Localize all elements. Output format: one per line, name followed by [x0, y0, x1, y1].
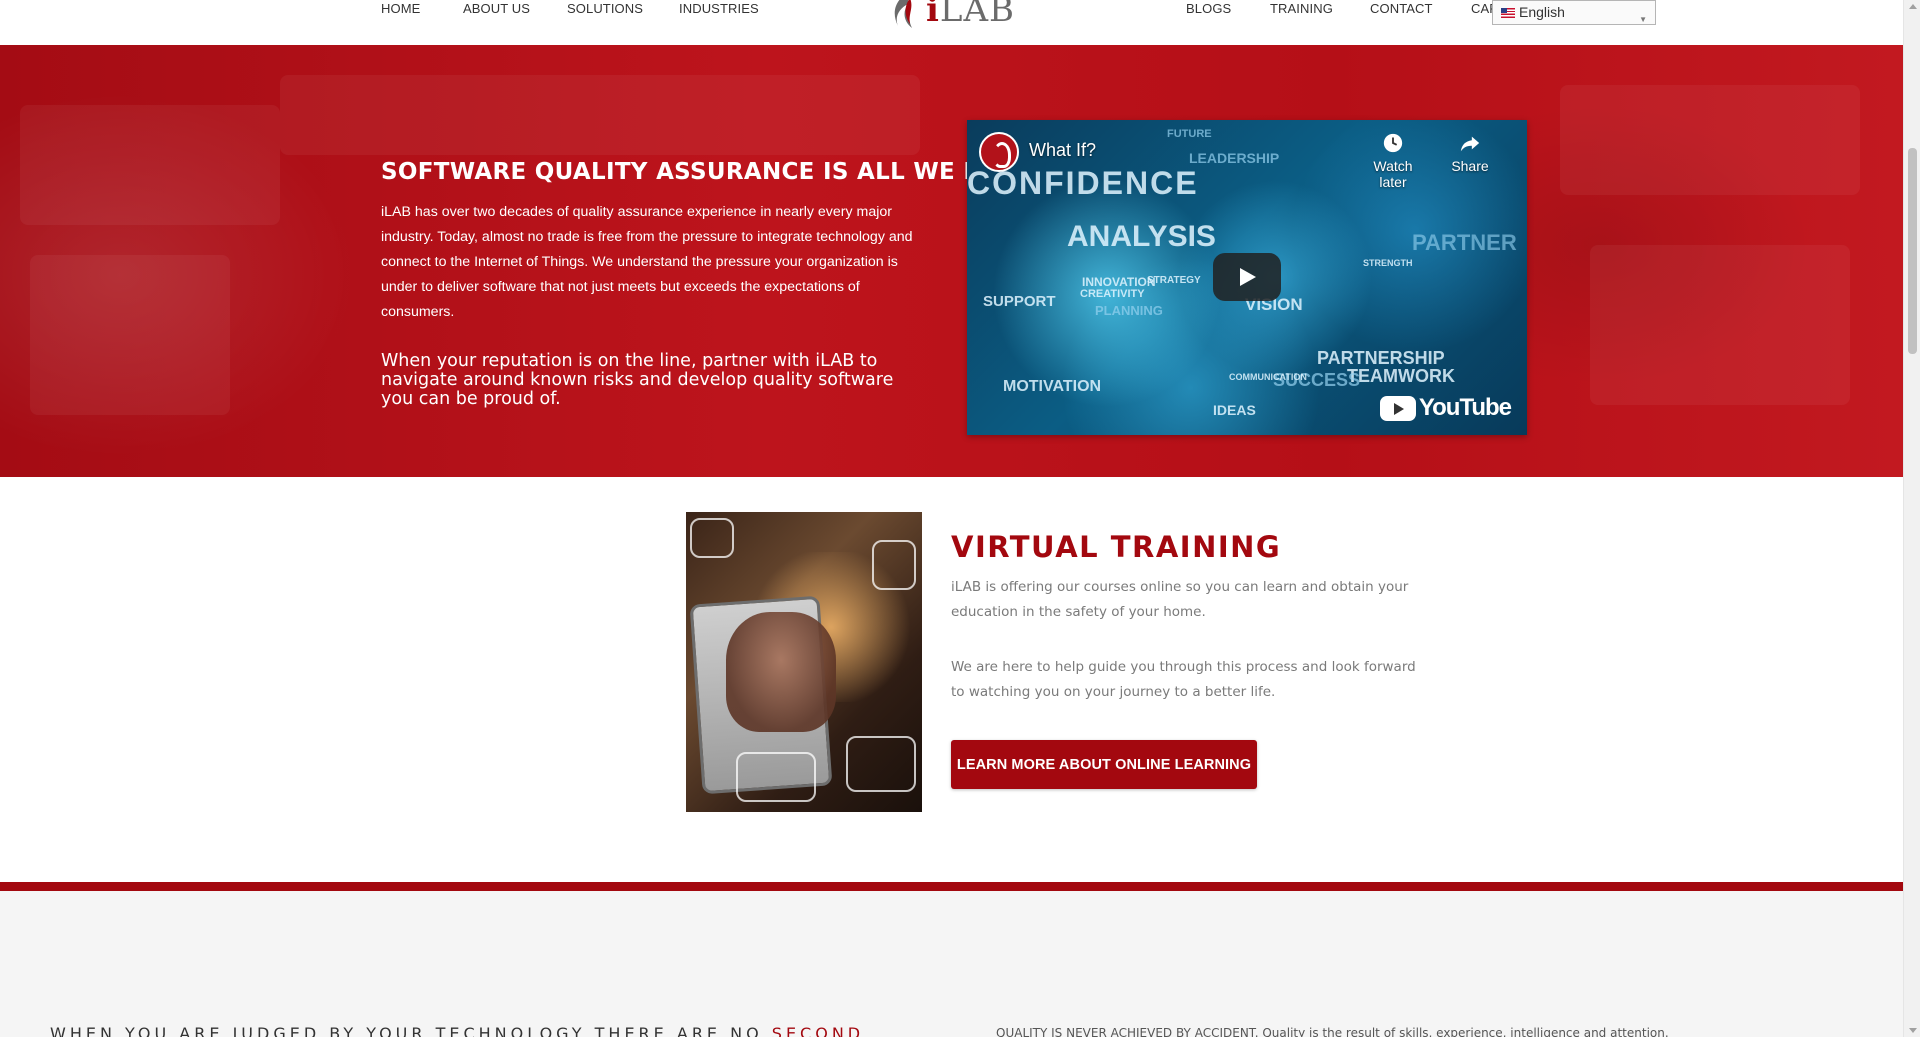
video-word: TEAMWORK: [1347, 366, 1455, 386]
share-icon: [1460, 136, 1480, 152]
bottom-heading-text: WHEN YOU ARE JUDGED BY YOUR TECHNOLOGY T…: [50, 1024, 763, 1037]
scroll-thumb[interactable]: [1908, 148, 1917, 354]
hero-subtext: When your reputation is on the line, par…: [381, 351, 894, 409]
top-navigation: HOME ABOUT US SOLUTIONS INDUSTRIES iLAB …: [0, 0, 1903, 45]
bottom-heading-accent: SECOND: [771, 1024, 865, 1037]
hero-section: SOFTWARE QUALITY ASSURANCE IS ALL WE DO.…: [0, 45, 1903, 477]
virtual-training-title: VIRTUAL TRAINING: [951, 530, 1282, 564]
training-image: [686, 512, 922, 812]
share-button[interactable]: Share: [1435, 132, 1505, 174]
video-word: MOTIVATION: [1003, 378, 1102, 395]
scroll-up-arrow-icon[interactable]: [1909, 4, 1917, 9]
section-divider: [0, 882, 1903, 891]
training-paragraph-2: We are here to help guide you through th…: [951, 659, 1416, 700]
language-selected: English: [1519, 4, 1565, 20]
video-word: INNOVATION: [1082, 275, 1156, 289]
video-word: IDEAS: [1213, 402, 1256, 418]
bottom-section: [0, 891, 1903, 1037]
video-word: COMMUNICATION: [1229, 372, 1307, 382]
ilab-logo[interactable]: iLAB: [886, 0, 1016, 32]
chevron-down-icon: ▼: [1639, 15, 1647, 24]
scroll-down-arrow-icon[interactable]: [1909, 1028, 1917, 1033]
us-flag-icon: [1501, 8, 1515, 18]
video-word: LEADERSHIP: [1189, 150, 1280, 166]
nav-contact[interactable]: CONTACT: [1370, 1, 1433, 16]
nav-solutions[interactable]: SOLUTIONS: [567, 1, 643, 16]
share-label: Share: [1451, 158, 1489, 174]
youtube-logo[interactable]: YouTube: [1379, 394, 1512, 421]
video-word: PLANNING: [1095, 303, 1163, 318]
video-word: STRENGTH: [1363, 258, 1413, 268]
watch-later-label: Watch later: [1373, 158, 1413, 190]
youtube-play-icon: [1379, 395, 1416, 421]
video-word: PARTNER: [1412, 230, 1517, 255]
language-select[interactable]: English ▼: [1492, 0, 1656, 25]
bottom-heading: WHEN YOU ARE JUDGED BY YOUR TECHNOLOGY T…: [50, 1024, 864, 1037]
watch-later-button[interactable]: Watch later: [1358, 132, 1428, 190]
vertical-scrollbar[interactable]: [1903, 0, 1920, 1037]
video-word: STRATEGY: [1147, 275, 1201, 286]
hero-body: iLAB has over two decades of quality ass…: [381, 204, 913, 320]
bottom-quote: QUALITY IS NEVER ACHIEVED BY ACCIDENT. Q…: [996, 1026, 1669, 1037]
nav-about-us[interactable]: ABOUT US: [463, 1, 530, 16]
video-word: SUPPORT: [983, 293, 1056, 310]
flame-logo-icon: [894, 0, 912, 28]
hero-background: [0, 45, 1903, 477]
video-word: FUTURE: [1167, 128, 1212, 140]
channel-avatar[interactable]: [979, 132, 1019, 172]
nav-industries[interactable]: INDUSTRIES: [679, 1, 759, 16]
logo-text: iLAB: [926, 0, 1016, 30]
page: HOME ABOUT US SOLUTIONS INDUSTRIES iLAB …: [0, 0, 1920, 1037]
nav-blogs[interactable]: BLOGS: [1186, 1, 1231, 16]
hero-title: SOFTWARE QUALITY ASSURANCE IS ALL WE DO.: [381, 159, 1012, 185]
play-button[interactable]: [1213, 253, 1281, 301]
learn-more-online-learning-button[interactable]: LEARN MORE ABOUT ONLINE LEARNING: [951, 740, 1257, 789]
video-word: ANALYSIS: [1067, 220, 1216, 253]
youtube-wordmark: YouTube: [1418, 394, 1512, 421]
clock-icon: [1383, 133, 1403, 153]
video-word: CREATIVITY: [1080, 288, 1145, 300]
video-title[interactable]: What If?: [1029, 140, 1096, 161]
nav-training[interactable]: TRAINING: [1270, 1, 1333, 16]
training-paragraph-1: iLAB is offering our courses online so y…: [951, 579, 1409, 620]
nav-home[interactable]: HOME: [381, 1, 420, 16]
video-embed[interactable]: CONFIDENCE ANALYSIS VISION SUPPORT INNOV…: [967, 120, 1527, 435]
